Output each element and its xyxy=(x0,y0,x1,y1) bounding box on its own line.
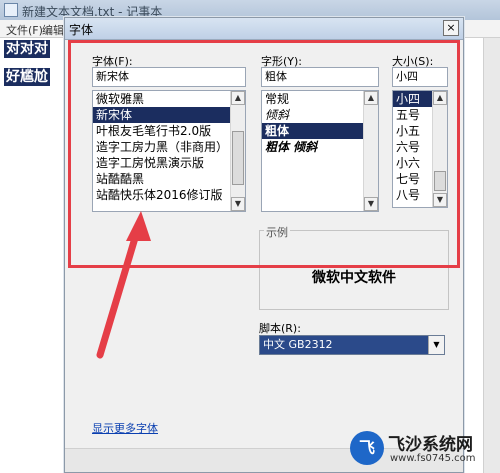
watermark-url: www.fs0745.com xyxy=(390,453,476,464)
site-watermark: 飞 飞沙系统网 www.fs0745.com xyxy=(350,427,500,473)
pointer-arrow xyxy=(96,211,151,359)
watermark-title: 飞沙系统网 xyxy=(388,435,473,455)
watermark-logo: 飞 xyxy=(350,431,384,465)
